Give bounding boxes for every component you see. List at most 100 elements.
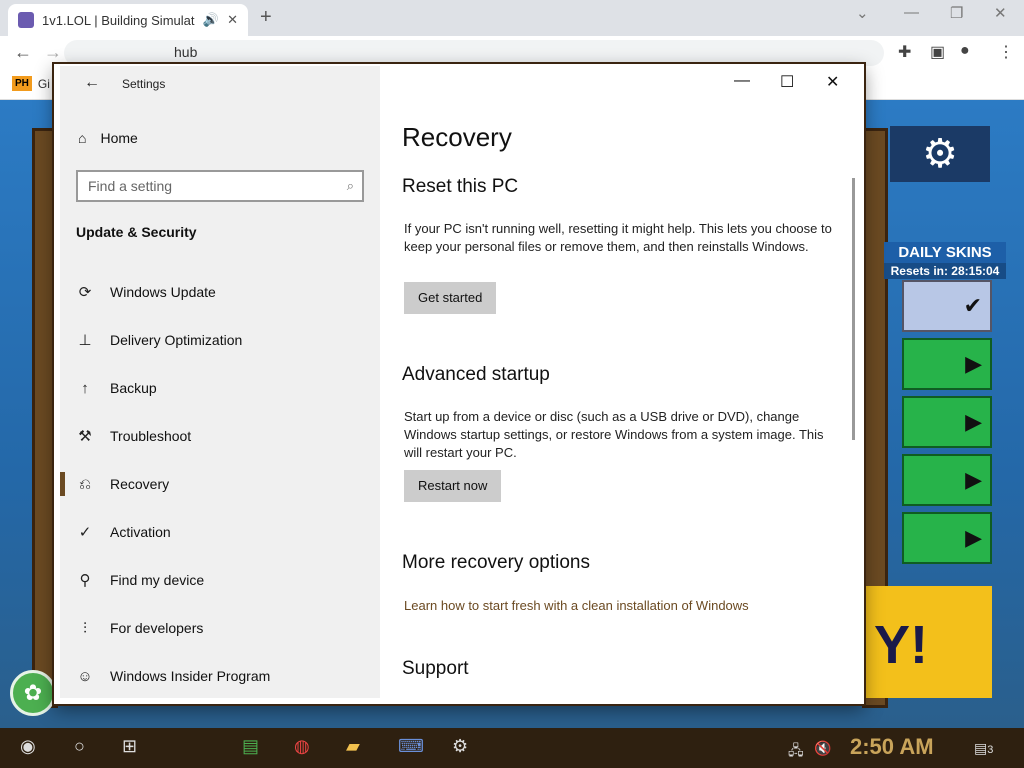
search-placeholder: Find a setting — [88, 178, 173, 194]
browser-restore-icon[interactable]: ❐ — [950, 4, 963, 22]
check-circle-icon: ✓ — [78, 524, 92, 541]
bookmark-label: Gi — [37, 76, 50, 91]
sidebar-item-label: Backup — [110, 380, 157, 396]
settings-window: ← Settings ⌂ Home Find a setting ⌕ Updat… — [54, 64, 864, 704]
wrench-icon: ⚒ — [78, 428, 92, 445]
cortana-icon[interactable]: ○ — [74, 736, 85, 757]
play-video-icon: ▶ — [965, 409, 982, 434]
sync-icon: ⟳ — [78, 284, 92, 301]
notes-app-icon[interactable]: ▤ — [242, 736, 259, 757]
sidebar-item-activation[interactable]: ✓ Activation — [60, 508, 380, 556]
sidebar-item-label: Find my device — [110, 572, 205, 588]
sidebar-item-backup[interactable]: ↑ Backup — [60, 364, 380, 412]
browser-tab[interactable]: 1v1.LOL | Building Simulato 🔊 ✕ — [8, 4, 248, 36]
skin-slot-video[interactable]: ▶ — [902, 338, 992, 390]
side-panel-icon[interactable]: ▣ — [930, 42, 945, 62]
daily-skins-reset: Resets in: 28:15:04 — [884, 263, 1006, 279]
minimize-icon[interactable]: — — [734, 72, 750, 90]
settings-sidebar: ← Settings ⌂ Home Find a setting ⌕ Updat… — [60, 66, 380, 698]
sidebar-item-windows-update[interactable]: ⟳ Windows Update — [60, 268, 380, 316]
tab-sound-icon[interactable]: 🔊 — [203, 12, 219, 28]
sidebar-item-find-my-device[interactable]: ⚲ Find my device — [60, 556, 380, 604]
page-title: Recovery — [402, 122, 512, 152]
address-bar[interactable]: hub — [64, 40, 884, 66]
sidebar-item-delivery-optimization[interactable]: ⊥ Delivery Optimization — [60, 316, 380, 364]
more-options-title: More recovery options — [402, 552, 590, 573]
taskbar-clock[interactable]: 2:50 AM — [850, 734, 934, 760]
notification-icon[interactable]: ▤3 — [974, 740, 993, 757]
play-video-icon: ▶ — [965, 525, 982, 550]
delivery-icon: ⊥ — [78, 332, 92, 349]
restart-now-button[interactable]: Restart now — [404, 470, 502, 502]
close-icon[interactable]: ✕ — [826, 72, 839, 92]
task-view-icon[interactable]: ⊞ — [122, 736, 137, 757]
sidebar-item-label: For developers — [110, 620, 204, 636]
sidebar-item-label: Delivery Optimization — [110, 332, 243, 348]
cookie-settings-icon[interactable]: ✿ — [10, 670, 56, 716]
new-tab-icon[interactable]: + — [260, 6, 272, 29]
sidebar-item-label: Windows Insider Program — [110, 668, 271, 684]
settings-gear-icon[interactable]: ⚙ — [452, 736, 468, 757]
reset-section-title: Reset this PC — [402, 176, 519, 197]
bookmark-badge: PH — [12, 76, 32, 91]
network-icon[interactable]: 🖧 — [788, 740, 804, 764]
sidebar-item-for-developers[interactable]: ⫶ For developers — [60, 604, 380, 652]
volume-muted-icon[interactable]: 🔇 — [814, 740, 831, 757]
sidebar-item-recovery[interactable]: ⎌ Recovery — [60, 460, 380, 508]
backup-icon: ↑ — [81, 379, 89, 397]
back-arrow-icon[interactable]: ← — [84, 74, 100, 92]
check-icon: ✔ — [963, 293, 982, 318]
settings-content: — ☐ ✕ Recovery Reset this PC If your PC … — [380, 66, 860, 698]
sidebar-item-label: Troubleshoot — [110, 428, 192, 444]
sidebar-item-windows-insider[interactable]: ☺ Windows Insider Program — [60, 652, 380, 700]
browser-minimize-icon[interactable]: — — [904, 4, 919, 21]
browser-menu-icon[interactable]: ⋮ — [998, 42, 1014, 62]
bookmark-item[interactable]: PH Gi — [12, 76, 50, 91]
advanced-startup-description: Start up from a device or disc (such as … — [404, 409, 824, 460]
home-label: Home — [100, 130, 138, 146]
support-title: Support — [402, 658, 469, 679]
scrollbar[interactable] — [852, 178, 855, 440]
promo-banner[interactable]: Y! — [864, 586, 992, 698]
developer-icon: ⫶ — [83, 619, 87, 637]
keyboard-app-icon[interactable]: ⌨ — [398, 736, 424, 757]
find-setting-input[interactable]: Find a setting ⌕ — [76, 170, 364, 202]
skin-slot-claimed[interactable]: ✔ — [902, 280, 992, 332]
home-icon: ⌂ — [78, 130, 87, 146]
fresh-start-link[interactable]: Learn how to start fresh with a clean in… — [404, 598, 749, 613]
skin-slot-video[interactable]: ▶ — [902, 454, 992, 506]
home-nav-item[interactable]: ⌂ Home — [78, 130, 138, 146]
get-started-button[interactable]: Get started — [404, 282, 497, 314]
back-arrow-icon[interactable]: ← — [14, 42, 32, 63]
file-explorer-icon[interactable]: ▰ — [346, 736, 360, 757]
daily-skins-panel: DAILY SKINS Resets in: 28:15:04 — [884, 242, 1006, 279]
profile-avatar-icon[interactable]: ● — [960, 42, 970, 60]
reset-description: If your PC isn't running well, resetting… — [404, 221, 832, 254]
section-title: Update & Security — [76, 224, 197, 240]
insider-icon: ☺ — [77, 667, 93, 685]
sidebar-item-label: Activation — [110, 524, 171, 540]
daily-skins-title: DAILY SKINS — [884, 242, 1006, 263]
play-video-icon: ▶ — [965, 351, 982, 376]
recovery-icon: ⎌ — [78, 475, 91, 493]
sidebar-item-troubleshoot[interactable]: ⚒ Troubleshoot — [60, 412, 380, 460]
person-icon: ⚲ — [79, 572, 91, 589]
maximize-icon[interactable]: ☐ — [780, 72, 794, 92]
game-settings-gear-icon[interactable]: ⚙ — [890, 126, 990, 182]
skin-slot-video[interactable]: ▶ — [902, 396, 992, 448]
tab-close-icon[interactable]: ✕ — [227, 12, 238, 28]
extensions-puzzle-icon[interactable]: ✚ — [898, 42, 911, 62]
advanced-startup-title: Advanced startup — [402, 364, 550, 385]
browser-close-icon[interactable]: ✕ — [994, 4, 1007, 22]
start-icon[interactable]: ◉ — [20, 736, 36, 757]
tab-favicon-icon — [18, 12, 34, 28]
sidebar-item-label: Recovery — [110, 476, 170, 492]
skin-slot-video[interactable]: ▶ — [902, 512, 992, 564]
forward-arrow-icon[interactable]: → — [44, 42, 62, 63]
play-video-icon: ▶ — [965, 467, 982, 492]
chrome-icon[interactable]: ◍ — [294, 736, 310, 757]
app-title: Settings — [122, 77, 166, 91]
tab-search-chevron-icon[interactable]: ⌄ — [856, 4, 869, 22]
tab-title: 1v1.LOL | Building Simulato — [42, 12, 195, 28]
sidebar-item-label: Windows Update — [110, 284, 216, 300]
